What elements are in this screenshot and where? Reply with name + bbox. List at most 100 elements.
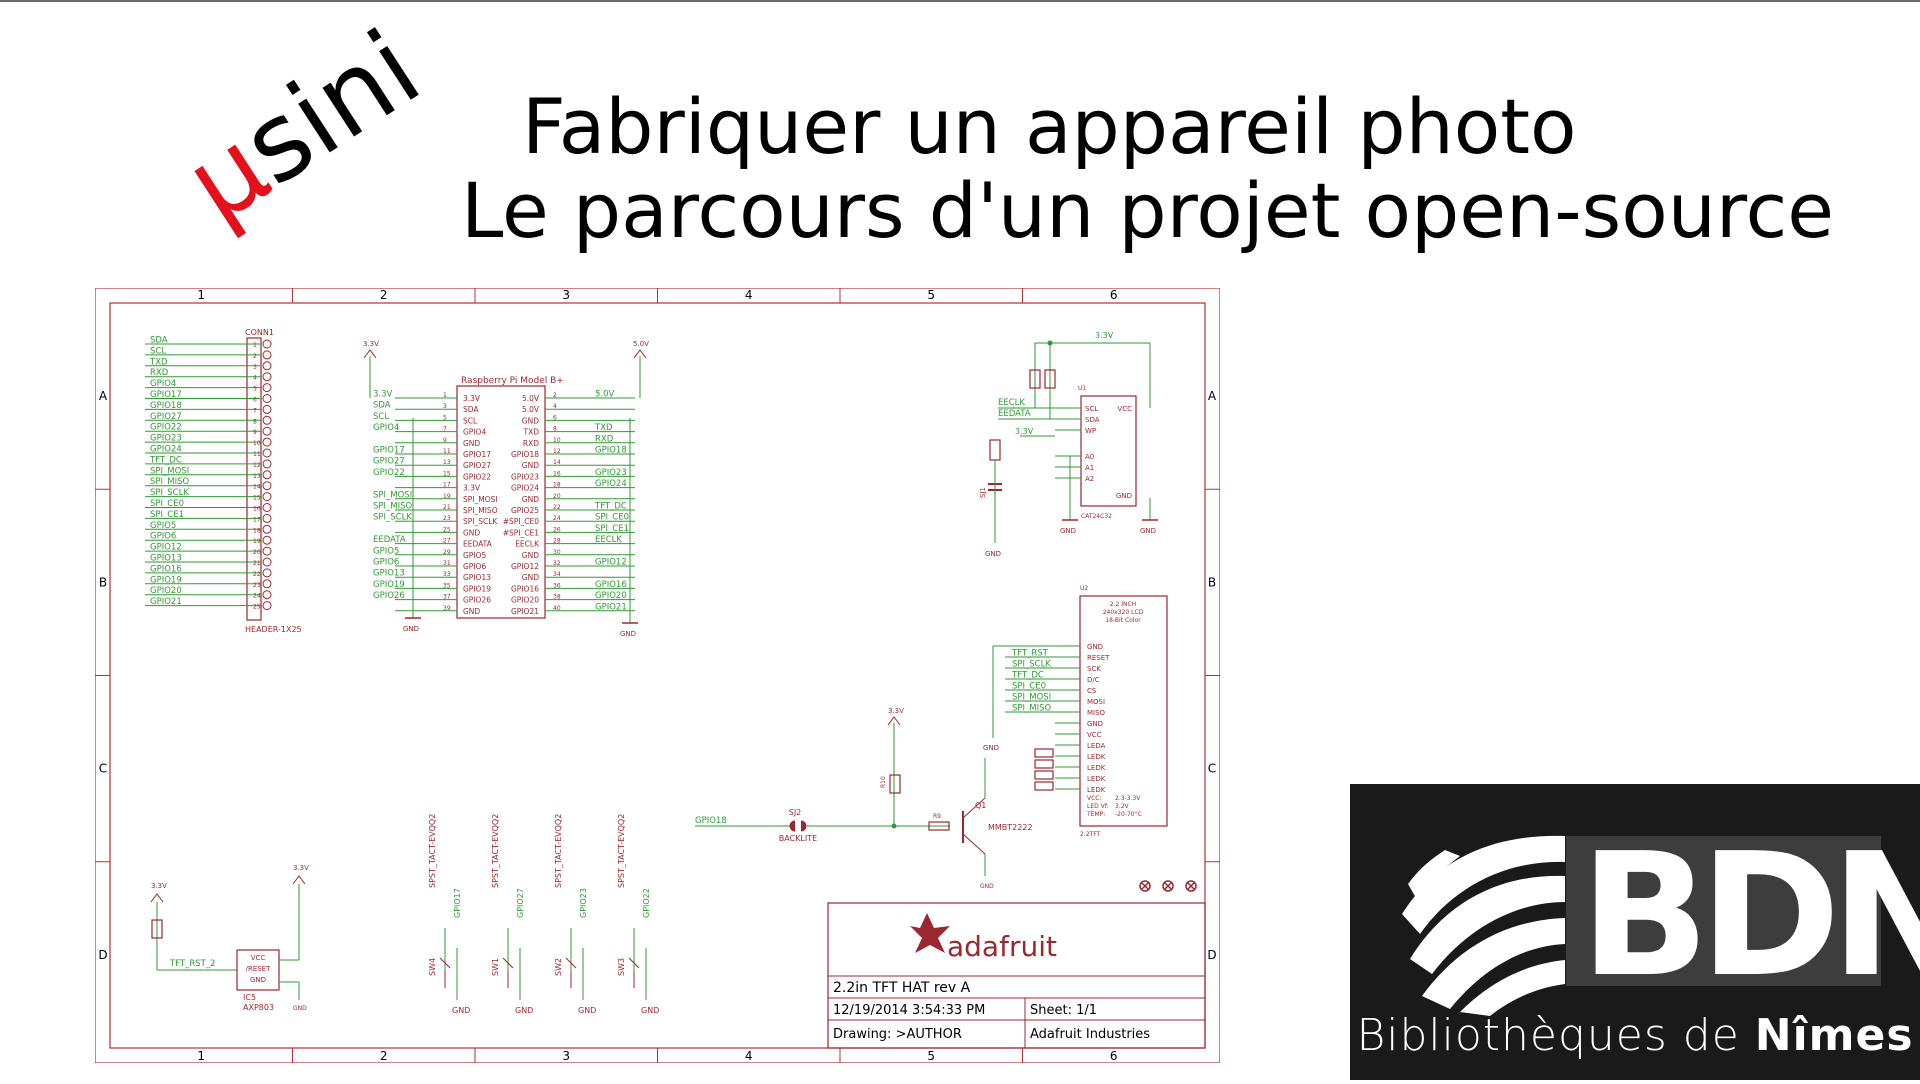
conn1-pin-number: 24 xyxy=(253,593,261,600)
conn1-signal-label: GPIO27 xyxy=(150,412,182,422)
rpi-left-pin-label: SPI_MISO xyxy=(463,506,498,515)
eeprom-left-pin-label: SCL xyxy=(1085,405,1098,413)
eeprom-ref: U1 xyxy=(1078,385,1086,392)
rpi-right-net-label: GPIO16 xyxy=(595,580,627,590)
adafruit-flower-icon xyxy=(910,913,950,953)
eeprom-left-pin-label: SDA xyxy=(1085,416,1100,424)
rpi-left-net-label: GPIO17 xyxy=(373,446,405,456)
rpi-right-net-label: TFT_DC xyxy=(594,502,627,512)
rpi-right-pin-number: 22 xyxy=(553,504,561,511)
rpi-left-pin-label: GPIO26 xyxy=(463,596,491,605)
conn1-signal-label: SPI_SCLK xyxy=(150,488,189,498)
conn1-part-label: HEADER-1X25 xyxy=(245,625,302,634)
rpi-right-pin-label: GPIO23 xyxy=(511,472,539,481)
lcd-pin-label: LEDK xyxy=(1087,753,1106,761)
rpi-right-pin-number: 14 xyxy=(553,459,561,466)
conn1-pin-number: 10 xyxy=(253,440,261,447)
rpi-left-pin-label: EEDATA xyxy=(463,540,493,549)
rpi-right-pin-number: 12 xyxy=(553,448,561,455)
conn1-pin-number: 13 xyxy=(253,473,261,480)
rpi-gnd-right-label: GND xyxy=(620,630,636,638)
rpi-left-pin-number: 35 xyxy=(443,582,451,589)
backlight-jumper-icon xyxy=(789,820,807,832)
conn1-pin-icon xyxy=(262,503,272,512)
eeprom-part-label: CAT24C32 xyxy=(1081,513,1112,520)
lcd-net-label: TFT_DC xyxy=(1011,671,1044,681)
rpi-left-pin-number: 3 xyxy=(443,403,447,410)
rpi-left-net-label: GPIO5 xyxy=(373,546,399,556)
conn1-signal-label: GPIO23 xyxy=(150,434,182,444)
rpi-right-net-label: GPIO23 xyxy=(595,468,627,478)
conn1-pin-number: 18 xyxy=(253,527,261,534)
conn1-pin-icon xyxy=(262,350,272,360)
rpi-left-net-label: SCL xyxy=(373,412,389,422)
switch-gnd-label: GND xyxy=(452,1006,470,1015)
switch-ref: SW1 xyxy=(491,958,500,976)
lcd-spec-text: 2.3-3.3V xyxy=(1115,795,1141,802)
switch-contact-icon xyxy=(502,957,514,988)
rpi-right-net-label: GPIO12 xyxy=(595,558,627,568)
conn1-pin-number: 7 xyxy=(253,407,257,414)
backlight-pull-resistor xyxy=(889,774,901,794)
rpi-right-pin-label: GND xyxy=(522,573,539,582)
rpi-right-pin-label: GPIO18 xyxy=(511,450,539,459)
backlight-jumper-label: SJ2 xyxy=(789,808,802,817)
rpi-left-pin-number: 15 xyxy=(443,470,451,477)
conn1-signal-label: SPI_MOSI xyxy=(150,466,189,476)
conn1-signal-label: GPIO20 xyxy=(150,586,182,596)
lcd-led-resistor xyxy=(1034,770,1054,780)
reset-ic-pin-label: GND xyxy=(250,976,266,984)
bdn-caption-pre: Bibliothèques de xyxy=(1356,1010,1755,1061)
rpi-right-pin-number: 8 xyxy=(553,426,557,433)
lcd-pin-label: MISO xyxy=(1087,709,1106,717)
reset-ic-part: AXP803 xyxy=(243,1003,274,1012)
lcd-header-line: 18-Bit Color xyxy=(1105,617,1141,624)
eeprom-net-eeclk: EECLK xyxy=(998,398,1025,408)
eeprom-wp-gnd-label: GND xyxy=(985,550,1001,558)
switch-part: SPST_TACT-EVQQ2 xyxy=(428,814,437,888)
conn1-pin-number: 4 xyxy=(253,375,257,382)
switch-net-label: GPIO23 xyxy=(579,888,588,918)
rpi-left-net-label: GPIO13 xyxy=(373,569,405,579)
eeprom-addr-gnd-label: GND xyxy=(1060,527,1076,535)
bdn-waves-icon xyxy=(1402,835,1565,1016)
rpi-left-net-label: SDA xyxy=(373,401,391,411)
rpi-right-pin-label: GPIO21 xyxy=(511,607,539,616)
conn1-pin-number: 6 xyxy=(253,397,257,404)
rpi-left-pin-number: 27 xyxy=(443,538,451,545)
rpi-right-pin-number: 10 xyxy=(553,437,561,444)
switch-part: SPST_TACT-EVQQ2 xyxy=(554,814,563,888)
title-block-board: 2.2in TFT HAT rev A xyxy=(833,980,971,996)
lcd-pin-label: MOSI xyxy=(1087,698,1105,706)
rpi-right-net-label: RXD xyxy=(595,434,614,444)
lcd-spec-text: 3.2V xyxy=(1115,803,1130,810)
rpi-left-pin-number: 21 xyxy=(443,504,451,511)
rpi-left-net-label: EEDATA xyxy=(373,535,406,545)
conn1-signal-label: SPI_MISO xyxy=(150,477,190,487)
conn1-signal-label: SCL xyxy=(150,346,166,356)
rpi-right-pin-number: 40 xyxy=(553,605,561,612)
conn1-pin-icon xyxy=(262,601,272,611)
rpi-left-pin-label: GPIO22 xyxy=(463,472,491,481)
rpi-right-pin-label: GPIO24 xyxy=(511,484,539,493)
rpi-left-pin-label: GPIO17 xyxy=(463,450,491,459)
rpi-right-pin-number: 16 xyxy=(553,470,561,477)
lcd-net-label: SPI_CE0 xyxy=(1012,682,1046,692)
conn1-pin-icon xyxy=(262,394,272,403)
conn1-pin-number: 15 xyxy=(253,495,261,502)
rpi-right-pin-label: GPIO12 xyxy=(511,562,539,571)
rpi-left-pin-label: GPIO27 xyxy=(463,461,491,470)
rpi-left-pin-number: 39 xyxy=(443,605,451,612)
rpi-left-pin-label: GND xyxy=(463,528,480,537)
rpi-right-pin-label: EECLK xyxy=(515,540,540,549)
conn1-pin-icon xyxy=(262,361,272,371)
reset-net-label: TFT_RST_2 xyxy=(169,959,216,969)
conn1-pin-icon xyxy=(262,590,272,600)
conn1-pin-icon xyxy=(262,404,272,414)
conn1-pin-number: 22 xyxy=(253,571,261,578)
rpi-left-pin-label: SPI_MOSI xyxy=(463,495,498,504)
backlight-label: BACKLITE xyxy=(779,834,817,843)
reset-ic-pin-label: /RESET xyxy=(246,965,272,973)
rpi-left-pin-number: 25 xyxy=(443,526,451,533)
rpi-left-pin-number: 33 xyxy=(443,571,451,578)
